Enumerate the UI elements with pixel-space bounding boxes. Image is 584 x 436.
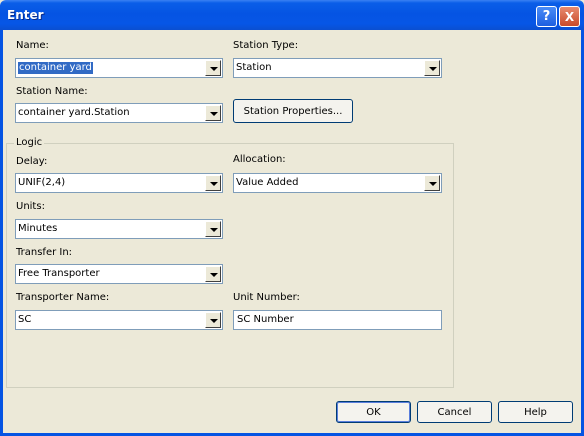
station-type-label: Station Type: bbox=[233, 40, 299, 51]
station-name-combobox[interactable]: container yard.Station bbox=[15, 103, 223, 123]
help-button[interactable]: Help bbox=[498, 401, 573, 423]
chevron-down-icon[interactable] bbox=[424, 175, 440, 191]
allocation-combobox[interactable]: Value Added bbox=[233, 173, 442, 193]
station-properties-button[interactable]: Station Properties... bbox=[233, 99, 353, 123]
unit-number-value: SC Number bbox=[237, 314, 294, 325]
allocation-label: Allocation: bbox=[233, 154, 286, 165]
chevron-down-icon[interactable] bbox=[205, 175, 221, 191]
units-combobox[interactable]: Minutes bbox=[15, 219, 223, 239]
units-value: Minutes bbox=[18, 223, 58, 234]
station-type-combobox[interactable]: Station bbox=[233, 58, 442, 78]
cancel-button[interactable]: Cancel bbox=[417, 401, 492, 423]
station-name-label: Station Name: bbox=[16, 86, 88, 97]
chevron-down-icon[interactable] bbox=[205, 105, 221, 121]
window-title: Enter bbox=[7, 8, 44, 22]
transporter-name-combobox[interactable]: SC bbox=[15, 310, 223, 330]
help-icon[interactable]: ? bbox=[536, 6, 557, 27]
logic-group-title: Logic bbox=[14, 137, 45, 149]
chevron-down-icon[interactable] bbox=[205, 312, 221, 328]
name-combobox[interactable]: container yard bbox=[15, 58, 223, 78]
title-bar[interactable]: Enter ? X bbox=[0, 0, 584, 30]
station-type-value: Station bbox=[236, 62, 272, 73]
transporter-name-label: Transporter Name: bbox=[16, 292, 110, 303]
name-label: Name: bbox=[16, 40, 49, 51]
delay-combobox[interactable]: UNIF(2,4) bbox=[15, 173, 223, 193]
name-value: container yard bbox=[18, 62, 93, 74]
station-name-value: container yard.Station bbox=[18, 107, 130, 118]
chevron-down-icon[interactable] bbox=[205, 266, 221, 282]
allocation-value: Value Added bbox=[236, 177, 299, 188]
transporter-name-value: SC bbox=[18, 314, 32, 325]
unit-number-input[interactable]: SC Number bbox=[233, 310, 442, 330]
close-icon[interactable]: X bbox=[559, 6, 580, 27]
ok-button[interactable]: OK bbox=[336, 401, 411, 423]
transfer-in-label: Transfer In: bbox=[16, 247, 73, 258]
chevron-down-icon[interactable] bbox=[205, 221, 221, 237]
transfer-in-value: Free Transporter bbox=[18, 268, 100, 279]
transfer-in-combobox[interactable]: Free Transporter bbox=[15, 264, 223, 284]
delay-value: UNIF(2,4) bbox=[18, 177, 66, 188]
chevron-down-icon[interactable] bbox=[205, 60, 221, 76]
units-label: Units: bbox=[16, 201, 45, 212]
delay-label: Delay: bbox=[16, 156, 48, 167]
chevron-down-icon[interactable] bbox=[424, 60, 440, 76]
unit-number-label: Unit Number: bbox=[233, 292, 300, 303]
